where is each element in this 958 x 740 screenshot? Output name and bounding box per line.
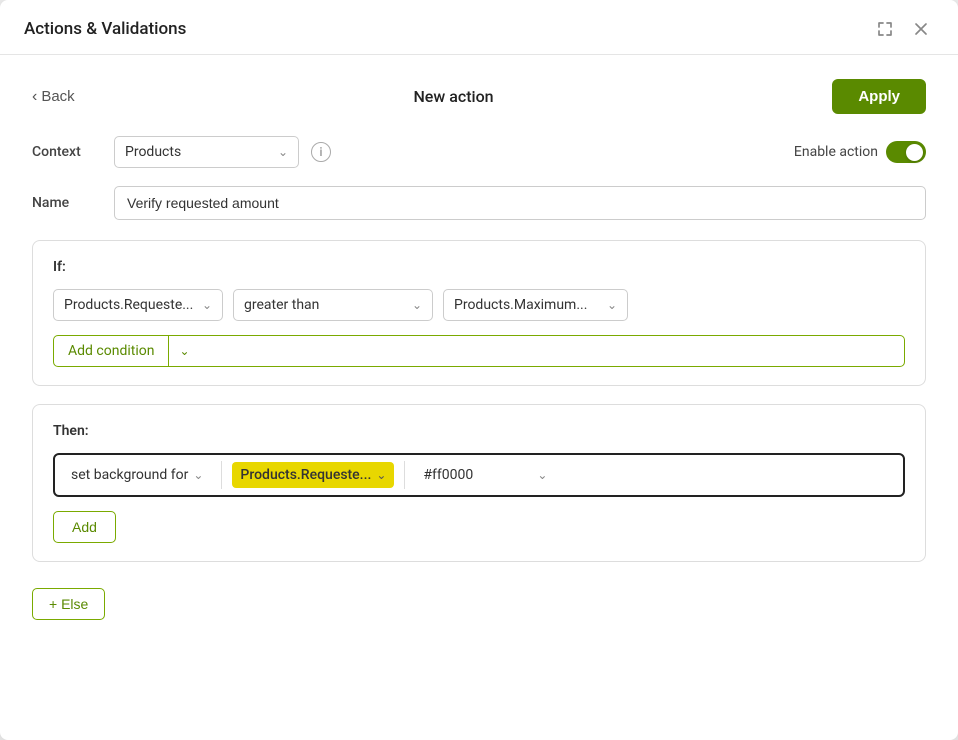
add-button[interactable]: Add [53,511,116,543]
info-icon: i [311,142,331,162]
divider-1 [221,461,222,489]
condition-operator-value: greater than [244,297,319,313]
if-label: If: [53,259,905,275]
then-action-color-value: #ff0000 [423,467,473,483]
then-action-color-select[interactable]: #ff0000 ⌄ [415,462,555,488]
name-input[interactable] [114,186,926,220]
add-condition-chevron-icon: ⌄ [169,337,199,365]
dialog: Actions & Validations ‹ Back New action … [0,0,958,740]
condition-field-chevron-icon: ⌄ [202,298,212,312]
then-action-type-select[interactable]: set background for ⌄ [63,462,211,488]
enable-action-wrap: Enable action [794,141,926,163]
expand-icon[interactable] [872,18,898,40]
condition-row: Products.Requeste... ⌄ greater than ⌄ Pr… [53,289,905,321]
add-condition-label: Add condition [54,336,169,366]
dialog-content: ‹ Back New action Apply Context Products… [0,55,958,644]
context-row: Context Products ⌄ i Enable action [32,136,926,168]
dialog-header: Actions & Validations [0,0,958,55]
dialog-title: Actions & Validations [24,19,186,39]
then-action-type-chevron-icon: ⌄ [193,468,203,482]
condition-field-select[interactable]: Products.Requeste... ⌄ [53,289,223,321]
context-chevron-icon: ⌄ [278,145,288,159]
condition-field-value: Products.Requeste... [64,297,193,313]
condition-operator-select[interactable]: greater than ⌄ [233,289,433,321]
condition-operator-chevron-icon: ⌄ [412,298,422,312]
context-value: Products [125,144,181,160]
context-label: Context [32,144,102,160]
condition-value-text: Products.Maximum... [454,297,587,313]
if-section: If: Products.Requeste... ⌄ greater than … [32,240,926,386]
top-bar: ‹ Back New action Apply [32,79,926,114]
then-label: Then: [53,423,905,439]
close-icon[interactable] [908,18,934,40]
back-button[interactable]: ‹ Back [32,88,75,106]
condition-value-select[interactable]: Products.Maximum... ⌄ [443,289,628,321]
then-action-field-value: Products.Requeste... [240,467,371,483]
then-section: Then: set background for ⌄ Products.Requ… [32,404,926,562]
then-action-color-chevron-icon: ⌄ [537,468,547,482]
then-action-field-select[interactable]: Products.Requeste... ⌄ [232,462,394,488]
then-action-field-chevron-icon: ⌄ [376,468,386,482]
apply-button[interactable]: Apply [832,79,926,114]
name-label: Name [32,195,102,211]
back-label: Back [41,88,74,105]
context-select[interactable]: Products ⌄ [114,136,299,168]
name-row: Name [32,186,926,220]
back-chevron-icon: ‹ [32,88,37,106]
else-button[interactable]: + Else [32,588,105,620]
then-action-row: set background for ⌄ Products.Requeste..… [53,453,905,497]
new-action-label: New action [413,87,493,106]
enable-action-label: Enable action [794,144,878,160]
condition-value-chevron-icon: ⌄ [607,298,617,312]
divider-2 [404,461,405,489]
header-icons [872,18,934,40]
then-action-type-value: set background for [71,467,188,483]
enable-action-toggle[interactable] [886,141,926,163]
add-condition-btn[interactable]: Add condition ⌄ [53,335,905,367]
